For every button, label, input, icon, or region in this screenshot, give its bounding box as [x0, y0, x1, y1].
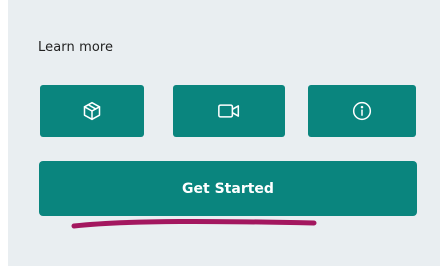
box-button[interactable]	[40, 85, 144, 137]
box-icon	[82, 101, 102, 121]
info-button[interactable]	[308, 85, 416, 137]
page: Learn more Get Started	[0, 0, 440, 266]
get-started-button[interactable]: Get Started	[39, 161, 417, 216]
hand-drawn-underline	[71, 218, 317, 229]
section-heading: Learn more	[38, 40, 114, 55]
video-icon	[218, 102, 240, 120]
video-button[interactable]	[173, 85, 285, 137]
info-icon	[352, 101, 372, 121]
